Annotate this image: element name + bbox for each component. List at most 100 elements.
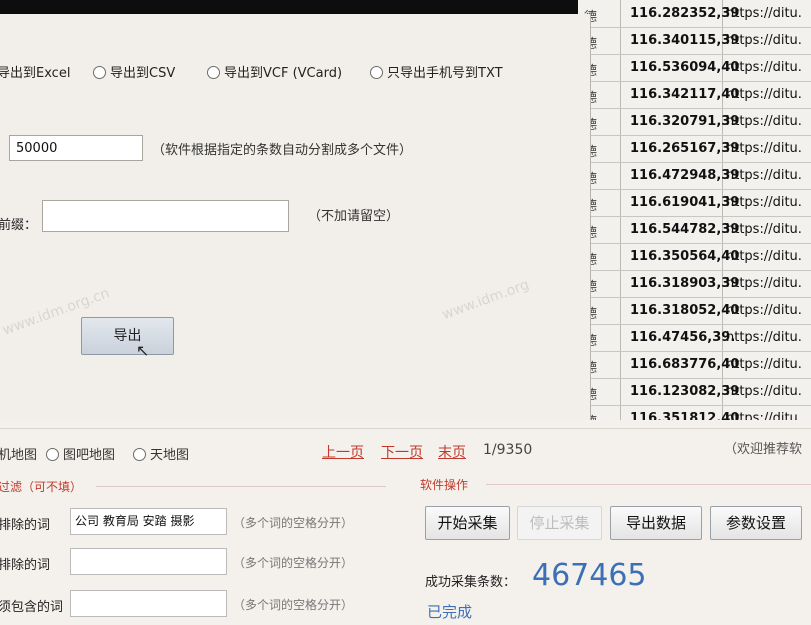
table-cell: https://ditu. xyxy=(726,6,802,21)
map-option-1[interactable]: 机地图 xyxy=(0,444,37,463)
table-cell: https://ditu. xyxy=(726,141,802,156)
export-button[interactable]: 导出 xyxy=(81,317,174,355)
ops-section-title: 软件操作 xyxy=(420,478,469,492)
table-row[interactable]: 德116.282352,39https://ditu. xyxy=(578,0,811,28)
table-cell: 116.318052,40 xyxy=(630,303,740,318)
prefix-label: 前缀： xyxy=(0,218,38,233)
format-excel-option[interactable]: 导出到Excel xyxy=(0,62,70,81)
next-page-link[interactable]: 下一页 xyxy=(381,442,423,462)
table-cell: https://ditu. xyxy=(726,87,802,102)
divider xyxy=(0,428,811,429)
status-text: 已完成 xyxy=(427,603,473,621)
export-data-button[interactable]: 导出数据 xyxy=(610,506,702,540)
table-cell: https://ditu. xyxy=(726,303,802,318)
table-cell: https://ditu. xyxy=(726,276,802,291)
table-cell: https://ditu. xyxy=(726,330,802,345)
table-cell: 116.320791,39 xyxy=(630,114,740,129)
format-txt-label: 只导出手机号到TXT xyxy=(387,66,503,81)
table-cell: https://ditu. xyxy=(726,33,802,48)
table-cell: https://ditu. xyxy=(726,222,802,237)
table-row[interactable]: 德116.265167,39https://ditu. xyxy=(578,135,811,163)
table-row[interactable]: 德116.318903,39https://ditu. xyxy=(578,270,811,298)
exclude-words-hint: （多个词的空格分开） xyxy=(233,516,354,530)
table-row[interactable]: 德116.47456,39.https://ditu. xyxy=(578,324,811,352)
table-cell: https://ditu. xyxy=(726,384,802,399)
start-collect-button[interactable]: 开始采集 xyxy=(425,506,510,540)
exclude-words-hint-2: （多个词的空格分开） xyxy=(233,556,354,570)
table-cell: 116.350564,40 xyxy=(630,249,740,264)
prev-page-link[interactable]: 上一页 xyxy=(322,442,364,462)
prefix-input[interactable] xyxy=(42,200,289,232)
table-cell: https://ditu. xyxy=(726,195,802,210)
section-line xyxy=(96,486,386,487)
exclude-words-input[interactable]: 公司 教育局 安踏 摄影 xyxy=(70,508,227,535)
format-excel-label: 导出到Excel xyxy=(0,66,71,81)
table-row[interactable]: 德116.350564,40https://ditu. xyxy=(578,243,811,271)
format-csv-label: 导出到CSV xyxy=(110,66,176,81)
include-words-hint: （多个词的空格分开） xyxy=(233,598,354,612)
exclude-words-label-2: 排除的词 xyxy=(0,558,51,573)
export-dialog: 导出到Excel 导出到CSV 导出到VCF (VCard) 只导出手机号到TX… xyxy=(0,14,591,421)
radio-icon[interactable] xyxy=(207,66,220,79)
welcome-text: （欢迎推荐软 xyxy=(724,442,803,457)
radio-icon[interactable] xyxy=(46,448,59,461)
table-cell: https://ditu. xyxy=(726,357,802,372)
watermark: www.idm.org xyxy=(440,276,532,324)
last-page-link[interactable]: 末页 xyxy=(438,442,466,462)
split-count-input[interactable]: 50000 xyxy=(9,135,143,161)
map-label: 图吧地图 xyxy=(63,448,116,463)
include-words-input[interactable] xyxy=(70,590,227,617)
table-cell: https://ditu. xyxy=(726,114,802,129)
table-row[interactable]: 德116.318052,40https://ditu. xyxy=(578,297,811,325)
table-row[interactable]: 德116.320791,39https://ditu. xyxy=(578,108,811,136)
radio-icon[interactable] xyxy=(370,66,383,79)
format-vcf-label: 导出到VCF (VCard) xyxy=(224,66,343,81)
page-indicator: 1/9350 xyxy=(483,442,533,458)
table-cell: 116.123082,39 xyxy=(630,384,740,399)
radio-icon[interactable] xyxy=(93,66,106,79)
settings-button[interactable]: 参数设置 xyxy=(710,506,802,540)
section-line xyxy=(486,484,811,485)
mouse-cursor-icon: ↖ xyxy=(136,341,150,360)
split-hint: （软件根据指定的条数自动分割成多个文件） xyxy=(152,143,413,158)
table-cell: https://ditu. xyxy=(726,168,802,183)
table-row[interactable]: 德116.619041,39https://ditu. xyxy=(578,189,811,217)
table-row[interactable]: 德116.340115,39https://ditu. xyxy=(578,27,811,55)
table-cell: https://ditu. xyxy=(726,249,802,264)
table-cell: 116.282352,39 xyxy=(630,6,740,21)
stop-collect-button[interactable]: 停止采集 xyxy=(517,506,602,540)
data-grid: 德116.282352,39https://ditu.德116.340115,3… xyxy=(578,0,811,432)
radio-icon[interactable] xyxy=(133,448,146,461)
exclude-words-input-2[interactable] xyxy=(70,548,227,575)
format-txt-option[interactable]: 只导出手机号到TXT xyxy=(370,62,503,81)
table-cell: https://ditu. xyxy=(726,60,802,75)
table-cell: 116.318903,39 xyxy=(630,276,740,291)
table-row[interactable]: 德116.536094,40https://ditu. xyxy=(578,54,811,82)
table-cell: 116.536094,40 xyxy=(630,60,740,75)
map-option-2[interactable]: 图吧地图 xyxy=(46,444,115,463)
table-cell: 116.544782,39 xyxy=(630,222,740,237)
prefix-hint: （不加请留空） xyxy=(308,209,400,224)
table-cell: 116.342117,40 xyxy=(630,87,740,102)
include-words-label: 须包含的词 xyxy=(0,600,64,615)
table-cell: 116.265167,39 xyxy=(630,141,740,156)
table-cell: 116.472948,39 xyxy=(630,168,740,183)
exclude-words-label: 排除的词 xyxy=(0,518,51,533)
table-cell: 116.340115,39 xyxy=(630,33,740,48)
map-label: 天地图 xyxy=(150,448,190,463)
table-cell: 116.47456,39. xyxy=(630,330,736,345)
table-row[interactable]: 德116.472948,39https://ditu. xyxy=(578,162,811,190)
table-cell: 116.619041,39 xyxy=(630,195,740,210)
table-row[interactable]: 德116.544782,39https://ditu. xyxy=(578,216,811,244)
format-vcf-option[interactable]: 导出到VCF (VCard) xyxy=(207,62,342,81)
success-count-label: 成功采集条数： xyxy=(425,575,517,590)
filter-section-title: 过滤（可不填） xyxy=(0,480,83,494)
table-row[interactable]: 德116.342117,40https://ditu. xyxy=(578,81,811,109)
table-row[interactable]: 德116.123082,39https://ditu. xyxy=(578,378,811,406)
map-option-3[interactable]: 天地图 xyxy=(133,444,189,463)
map-label: 机地图 xyxy=(0,448,38,463)
format-csv-option[interactable]: 导出到CSV xyxy=(93,62,175,81)
success-count: 467465 xyxy=(532,558,647,593)
table-row[interactable]: 德116.683776,40https://ditu. xyxy=(578,351,811,379)
table-cell: 116.683776,40 xyxy=(630,357,740,372)
